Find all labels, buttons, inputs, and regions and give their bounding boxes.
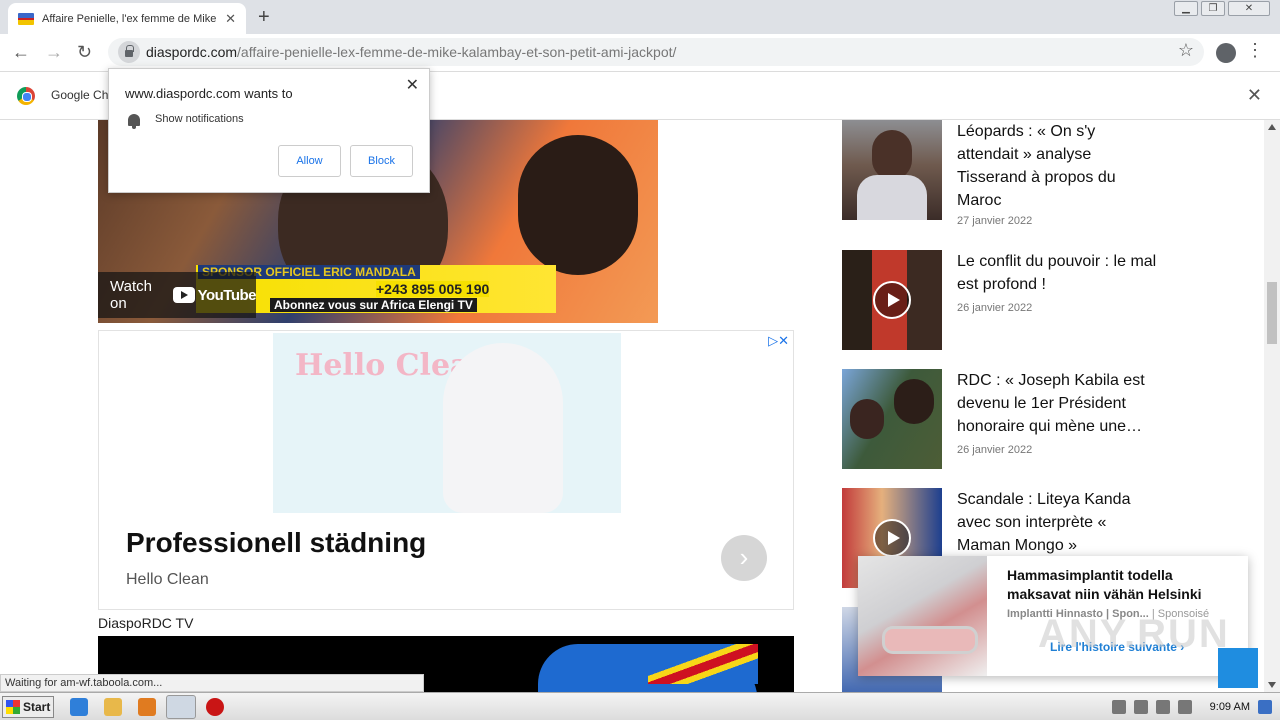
browser-tab[interactable]: Affaire Penielle, l'ex femme de Mike Kal… [8,3,246,34]
news-thumbnail[interactable] [842,369,942,469]
allow-button[interactable]: Allow [278,145,341,177]
url-text[interactable]: diaspordc.com/affaire-penielle-lex-femme… [146,44,676,60]
internet-explorer-icon[interactable] [70,698,88,716]
restore-button[interactable]: ❐ [1201,1,1225,16]
file-explorer-icon[interactable] [104,698,122,716]
opera-icon[interactable] [206,698,224,716]
drc-map-image [538,644,758,692]
lock-icon[interactable] [118,41,140,63]
reload-icon[interactable]: ↻ [77,42,92,63]
windows-logo-icon [6,700,20,714]
play-icon[interactable] [873,519,911,557]
minimize-button[interactable]: ▁ [1174,1,1198,16]
taboola-image[interactable] [858,556,987,676]
back-to-top-button[interactable] [1218,648,1258,688]
scrollbar-thumb[interactable] [1267,282,1277,344]
bell-icon [128,114,140,129]
status-bubble: Waiting for am-wf.taboola.com... [0,674,424,692]
volume-icon[interactable] [1133,700,1148,714]
news-title[interactable]: Léopards : « On s'y attendait » analyse … [957,120,1157,212]
start-button[interactable]: Start [2,696,54,718]
url-path: /affaire-penielle-lex-femme-de-mike-kala… [237,44,677,60]
tab-title: Affaire Penielle, l'ex femme de Mike Kal… [42,12,217,25]
news-item[interactable]: Léopards : « On s'y attendait » analyse … [842,120,1162,230]
ad-headline[interactable]: Professionell städning [126,527,426,559]
window-controls: ▁ ❐ ✕ [1174,1,1270,16]
taskbar: Start 9:09 AM [0,692,1280,720]
taskbar-clock[interactable]: 9:09 AM [1210,701,1250,713]
scroll-up-icon[interactable] [1268,124,1276,130]
notification-permission-prompt: www.diaspordc.com wants to ✕ Show notifi… [108,68,430,193]
show-desktop-icon[interactable] [1258,700,1272,714]
section-label: DiaspoRDC TV [98,615,194,631]
ad-person-image [443,343,563,513]
site-favicon-icon [18,12,34,25]
profile-avatar-icon[interactable] [1216,43,1236,63]
news-thumbnail[interactable] [842,120,942,220]
watch-on-youtube-button[interactable]: Watch on YouTube [98,272,257,318]
infobar-label: Google Ch [51,88,109,102]
tab-strip: Affaire Penielle, l'ex femme de Mike Kal… [0,0,1280,34]
video-subscribe-text: Abonnez vous sur Africa Elengi TV [270,298,477,312]
browser-toolbar: ← → ↻ diaspordc.com/affaire-penielle-lex… [0,34,1280,72]
scroll-down-icon[interactable] [1268,682,1276,688]
news-item[interactable]: Le conflit du pouvoir : le mal est profo… [842,250,1162,350]
watch-on-label: Watch on [110,278,152,312]
news-title[interactable]: Le conflit du pouvoir : le mal est profo… [957,250,1157,296]
forward-arrow-icon[interactable]: → [45,42,63,63]
block-button[interactable]: Block [350,145,413,177]
prompt-permission: Show notifications [155,113,244,125]
display-ad[interactable]: Hello Clean ▷✕ Professionell städning He… [98,330,794,610]
tray-arrow-icon[interactable] [1111,700,1126,714]
start-label: Start [23,700,51,714]
system-tray: 9:09 AM [1111,693,1280,721]
page-scrollbar[interactable] [1264,120,1280,692]
news-date: 26 janvier 2022 [957,444,1033,456]
prompt-close-icon[interactable]: ✕ [406,75,419,95]
news-date: 26 janvier 2022 [957,302,1033,314]
ad-chevron-right-icon[interactable]: › [721,535,767,581]
news-title[interactable]: RDC : « Joseph Kabila est devenu le 1er … [957,369,1157,438]
youtube-wordmark: YouTube [197,286,257,304]
back-arrow-icon[interactable]: ← [12,42,30,63]
url-domain: diaspordc.com [146,44,238,60]
play-icon[interactable] [873,281,911,319]
adchoices-icon[interactable]: ▷✕ [768,333,789,349]
action-center-flag-icon[interactable] [1177,700,1192,714]
taboola-headline[interactable]: Hammasimplantit todella maksavat niin vä… [1007,566,1232,604]
close-window-button[interactable]: ✕ [1228,1,1270,16]
prompt-heading: www.diaspordc.com wants to [125,86,293,101]
chrome-logo-icon [17,87,35,105]
youtube-logo-icon: YouTube [172,286,257,304]
news-item[interactable]: RDC : « Joseph Kabila est devenu le 1er … [842,369,1162,469]
video-phone-text: +243 895 005 190 [376,281,490,297]
news-date: 27 janvier 2022 [957,215,1033,227]
news-thumbnail[interactable] [842,250,942,350]
menu-kebab-icon[interactable]: ⋮ [1246,40,1264,61]
news-title[interactable]: Scandale : Liteya Kanda avec son interpr… [957,488,1157,557]
infobar-close-icon[interactable]: ✕ [1247,85,1262,106]
ad-image[interactable]: Hello Clean [273,333,621,513]
network-icon[interactable] [1155,700,1170,714]
anyrun-watermark: ANY.RUN [1038,612,1230,656]
bookmark-star-icon[interactable]: ☆ [1178,40,1194,61]
new-tab-button[interactable]: + [258,6,270,29]
media-player-icon[interactable] [138,698,156,716]
tab-close-icon[interactable]: ✕ [225,11,236,27]
chrome-taskbar-button[interactable] [166,695,196,719]
youtube-play-icon [172,287,195,303]
ad-advertiser: Hello Clean [126,571,209,588]
address-bar[interactable]: diaspordc.com/affaire-penielle-lex-femme… [108,38,1204,66]
video-person-image [518,135,638,275]
